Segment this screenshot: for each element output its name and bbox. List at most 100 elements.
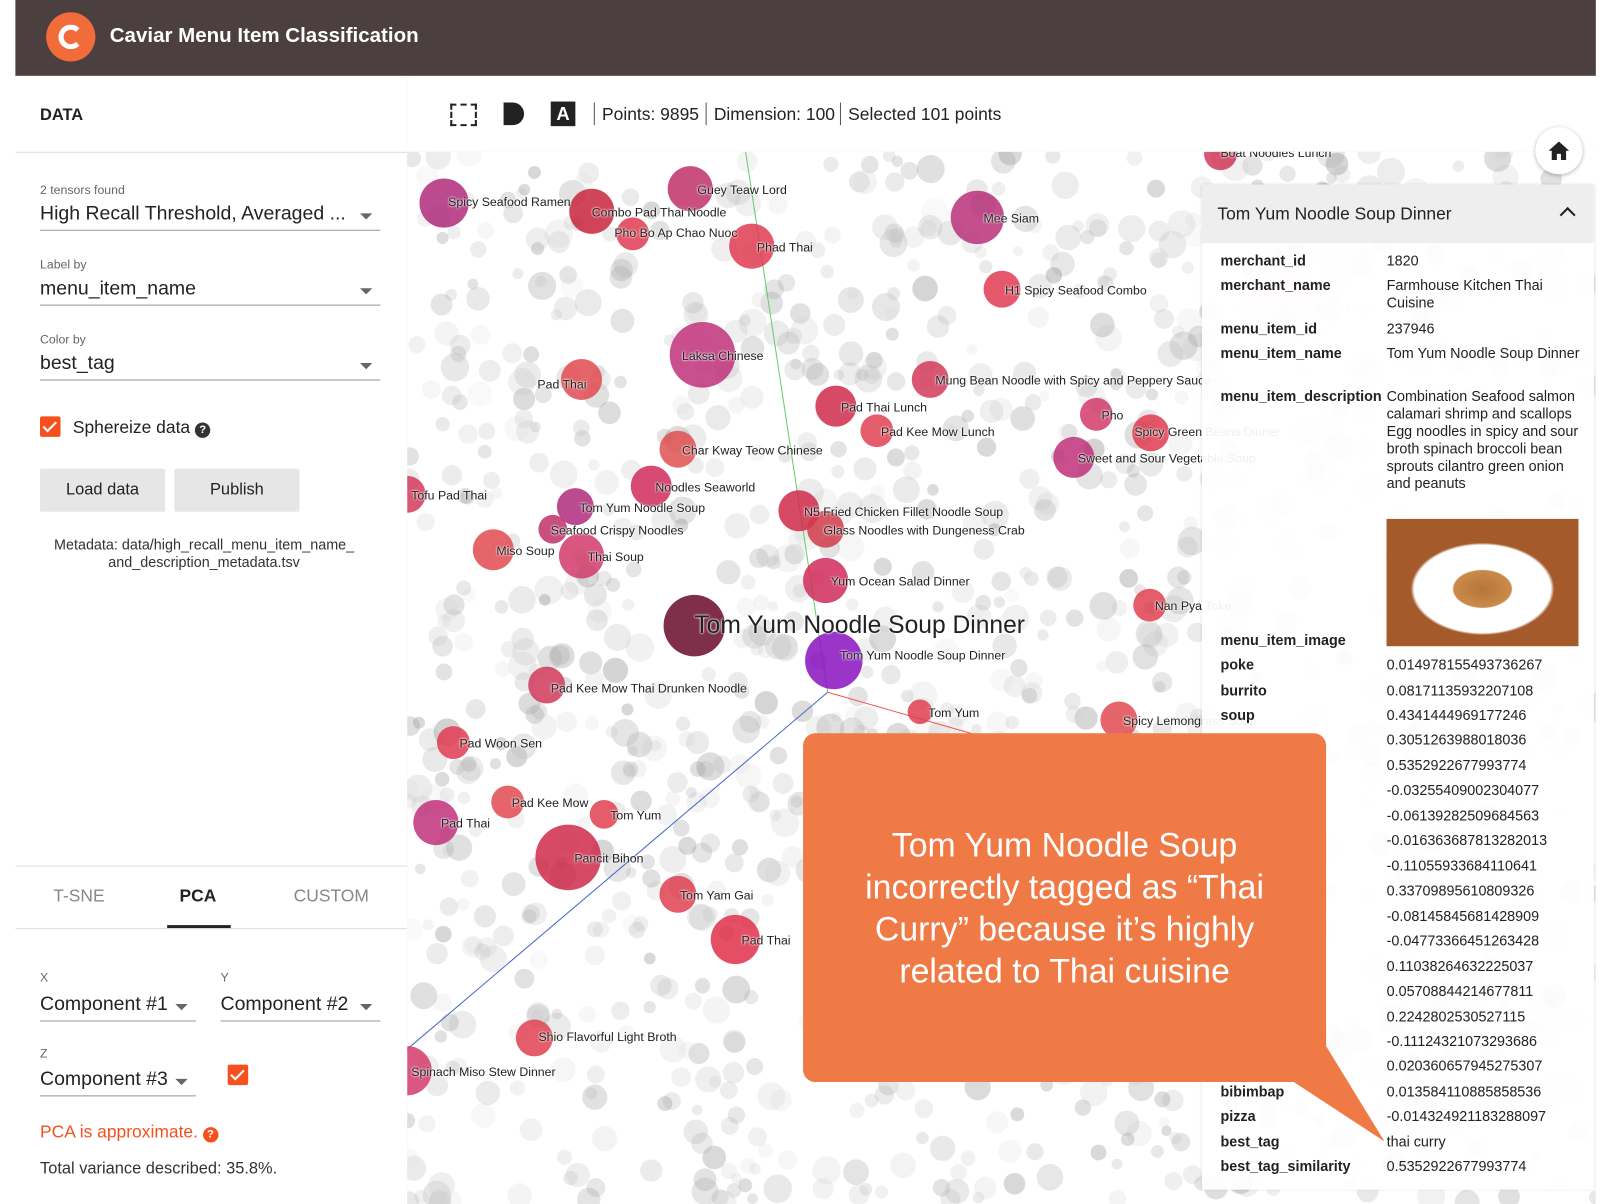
data-point[interactable] (489, 758, 502, 770)
tab-custom[interactable]: CUSTOM (270, 886, 393, 907)
data-point[interactable] (490, 487, 503, 499)
data-point[interactable] (573, 419, 590, 437)
data-point[interactable] (614, 375, 627, 389)
label-by-select[interactable]: menu_item_name (39, 278, 381, 306)
data-point[interactable] (440, 353, 470, 382)
data-point[interactable] (435, 663, 453, 681)
data-point[interactable] (979, 399, 1004, 424)
data-point[interactable] (1181, 261, 1194, 274)
data-point[interactable] (705, 458, 725, 478)
data-point[interactable] (743, 989, 759, 1005)
data-point[interactable] (859, 1182, 873, 1196)
data-point[interactable] (521, 904, 540, 923)
data-point[interactable] (667, 772, 688, 793)
data-point[interactable] (1111, 599, 1128, 617)
data-point[interactable] (1051, 171, 1079, 200)
data-point[interactable] (1072, 220, 1085, 232)
data-point[interactable] (434, 925, 452, 943)
data-point[interactable] (691, 842, 713, 863)
data-point[interactable] (611, 1001, 630, 1020)
data-point[interactable] (747, 1127, 767, 1147)
data-point[interactable] (628, 921, 646, 939)
data-point[interactable] (990, 668, 1014, 692)
data-point[interactable] (565, 1162, 590, 1187)
data-point[interactable] (410, 982, 438, 1010)
data-point[interactable] (414, 863, 426, 875)
data-point[interactable] (1036, 1163, 1064, 1191)
data-point[interactable] (1090, 1144, 1107, 1161)
data-point[interactable] (1588, 1190, 1596, 1204)
data-point[interactable] (594, 469, 619, 495)
data-point[interactable] (885, 327, 899, 341)
data-point[interactable] (606, 577, 621, 592)
data-point[interactable] (872, 214, 898, 240)
data-point[interactable] (812, 1156, 841, 1185)
data-point[interactable] (1119, 538, 1140, 559)
data-point[interactable] (407, 1112, 416, 1129)
data-point[interactable] (966, 343, 978, 356)
data-point[interactable] (702, 996, 731, 1024)
data-point[interactable] (726, 1183, 742, 1198)
data-point[interactable] (478, 359, 501, 382)
data-point[interactable] (602, 657, 629, 683)
data-point[interactable] (914, 1099, 934, 1119)
data-point[interactable] (724, 513, 750, 539)
data-point[interactable] (586, 1178, 606, 1198)
z-component-select[interactable]: Component #3 (39, 1069, 196, 1097)
data-point[interactable] (705, 405, 731, 431)
data-point[interactable] (1149, 248, 1169, 268)
data-point[interactable] (1119, 521, 1131, 533)
data-point[interactable] (574, 172, 593, 191)
data-point[interactable] (1154, 309, 1174, 329)
data-point[interactable] (494, 600, 509, 614)
data-point[interactable] (860, 665, 874, 679)
data-point[interactable] (418, 1115, 436, 1133)
select-box-icon[interactable] (450, 103, 477, 127)
data-point[interactable] (574, 289, 602, 317)
data-point[interactable] (1120, 1132, 1135, 1147)
data-point[interactable] (612, 891, 632, 911)
data-point[interactable] (784, 359, 806, 381)
data-point[interactable] (720, 1162, 738, 1180)
data-point[interactable] (501, 872, 526, 897)
data-point[interactable] (1025, 672, 1043, 690)
data-point[interactable] (535, 275, 547, 288)
data-point[interactable] (1148, 220, 1170, 242)
chevron-up-icon[interactable] (1559, 206, 1576, 223)
data-point[interactable] (765, 860, 791, 887)
data-point[interactable] (709, 1075, 722, 1088)
data-point[interactable] (465, 699, 486, 719)
data-point[interactable] (823, 156, 839, 172)
data-point[interactable] (1118, 215, 1146, 243)
data-point[interactable] (973, 538, 995, 560)
data-point[interactable] (408, 336, 426, 354)
data-point[interactable] (846, 598, 859, 611)
data-point[interactable] (588, 459, 600, 471)
data-point[interactable] (512, 268, 524, 280)
data-point[interactable] (518, 183, 531, 196)
data-point[interactable] (1114, 1110, 1140, 1136)
data-point[interactable] (746, 1058, 764, 1076)
data-point[interactable] (787, 532, 803, 547)
data-point[interactable] (1146, 179, 1166, 198)
data-point[interactable] (1357, 151, 1381, 164)
data-point[interactable] (1042, 244, 1060, 262)
data-point[interactable] (626, 731, 653, 758)
data-point[interactable] (514, 968, 535, 989)
data-point[interactable] (976, 437, 997, 457)
data-point[interactable] (823, 314, 846, 336)
data-point[interactable] (756, 544, 780, 568)
data-point[interactable] (642, 869, 661, 888)
color-by-select[interactable]: best_tag (39, 353, 381, 381)
data-point[interactable] (584, 715, 599, 730)
data-point[interactable] (702, 1145, 727, 1170)
data-point[interactable] (493, 925, 514, 947)
data-point[interactable] (1005, 715, 1019, 730)
data-point[interactable] (973, 1176, 997, 1200)
data-point[interactable] (916, 1131, 929, 1145)
data-point[interactable] (833, 369, 845, 381)
data-point[interactable] (452, 394, 468, 410)
data-point[interactable] (478, 422, 496, 440)
data-point[interactable] (739, 314, 751, 326)
data-point[interactable] (470, 241, 487, 258)
